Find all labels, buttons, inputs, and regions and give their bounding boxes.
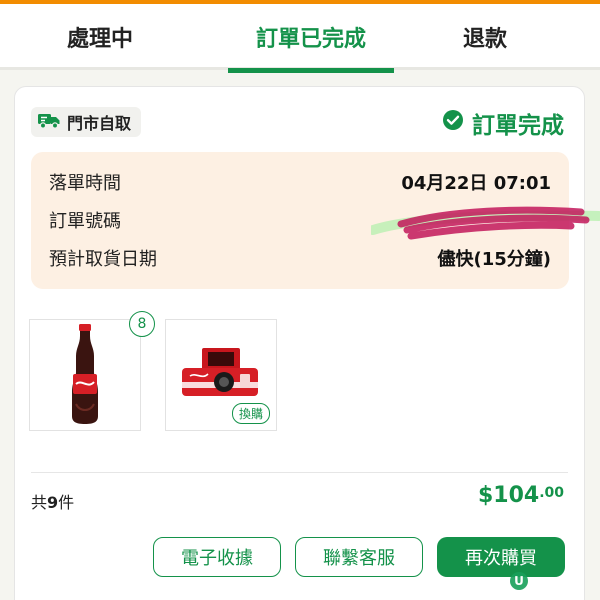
active-tab-indicator [228, 68, 394, 73]
order-number-redaction [371, 206, 600, 240]
contact-support-button[interactable]: 聯繫客服 [295, 537, 423, 577]
tab-refund[interactable]: 退款 [400, 4, 570, 70]
order-time-label: 落單時間 [49, 173, 121, 194]
product-item-coke-bottle[interactable] [29, 319, 141, 431]
swap-purchase-tag: 換購 [231, 403, 270, 424]
tab-completed[interactable]: 訂單已完成 [228, 4, 394, 73]
delivery-truck-icon [37, 111, 61, 133]
item-count-prefix: 共 [31, 493, 48, 512]
order-status-tabs: 處理中 訂單已完成 退款 [0, 4, 600, 73]
coke-bottle-image [72, 324, 98, 424]
order-status: 訂單完成 [442, 107, 564, 139]
item-count: 共9件 [31, 489, 74, 513]
pickup-date-value: 儘快(15分鐘) [437, 249, 551, 270]
order-total-main: $104 [477, 483, 540, 508]
divider [31, 472, 568, 473]
reorder-button[interactable]: 再次購買 [437, 537, 565, 577]
order-total: $104.00 [478, 483, 564, 508]
u-logo-icon: U [510, 572, 528, 590]
tab-completed-label: 訂單已完成 [255, 27, 366, 52]
order-number-label: 訂單號碼 [49, 211, 121, 232]
pickup-method-label: 門市自取 [67, 114, 132, 133]
order-total-cents: .00 [539, 485, 564, 501]
order-status-label: 訂單完成 [472, 113, 564, 139]
order-card[interactable]: 門市自取 訂單完成 落單時間 04月22日 07:01 訂單號碼 預計取貨日期 … [14, 86, 600, 600]
pickup-method-chip: 門市自取 [31, 107, 142, 137]
order-info-panel: 落單時間 04月22日 07:01 訂單號碼 預計取貨日期 儘快(15分鐘) [31, 152, 600, 289]
pickup-date-label: 預計取貨日期 [49, 249, 157, 270]
item-count-suffix: 件 [58, 493, 75, 512]
check-circle-icon [442, 109, 464, 137]
product-item-coke-camera[interactable]: 換購 [165, 319, 277, 431]
order-time-row: 落單時間 04月22日 07:01 [49, 166, 551, 198]
item-count-value: 9 [47, 493, 59, 512]
quantity-badge: 8 [129, 311, 155, 337]
tab-processing[interactable]: 處理中 [0, 4, 200, 70]
pickup-date-row: 預計取貨日期 儘快(15分鐘) [49, 242, 551, 274]
e-receipt-button[interactable]: 電子收據 [153, 537, 281, 577]
order-time-value: 04月22日 07:01 [401, 173, 551, 194]
